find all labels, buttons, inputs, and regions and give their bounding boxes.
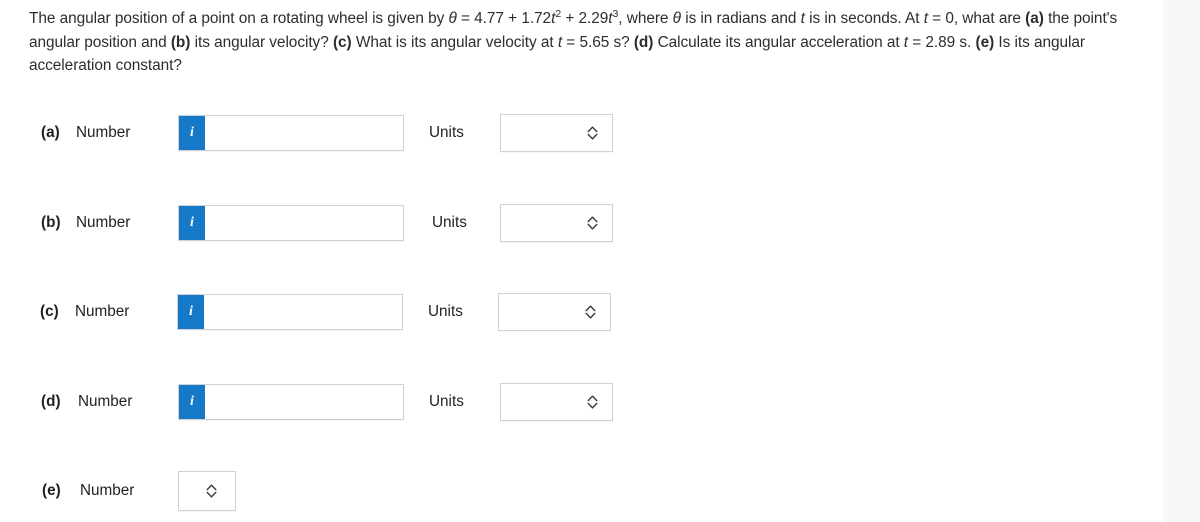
chevron-up-down-icon-b (587, 216, 598, 231)
question-text: The angular position of a point on a rot… (29, 7, 1139, 78)
number-label-d: Number (78, 393, 133, 410)
number-label-a: Number (76, 124, 131, 141)
number-input-d[interactable] (205, 385, 403, 419)
question-text-run: = 0, what are (927, 10, 1026, 27)
chevron-up-down-icon-d (587, 395, 598, 410)
answer-row-d: (d) Number (41, 381, 132, 423)
units-label-d: Units (429, 393, 464, 410)
question-text-run: = 2.89 s. (908, 33, 976, 51)
question-text-run: Calculate its angular acceleration at (653, 33, 904, 51)
info-icon-a[interactable]: i (179, 116, 205, 150)
row-letter-a: (a) (41, 124, 60, 141)
number-label-e: Number (80, 482, 135, 499)
number-input-a[interactable] (205, 116, 403, 150)
answer-row-b: (b) Number (41, 202, 130, 244)
question-part-label: (d) (633, 33, 654, 51)
question-text-run: its angular velocity? (190, 33, 333, 51)
info-icon-c[interactable]: i (178, 295, 204, 329)
answer-row-e: (e) Number (42, 470, 134, 512)
right-gutter (1163, 0, 1200, 522)
question-part-label: (c) (332, 33, 352, 51)
chevron-up-down-icon-c (585, 305, 596, 320)
question-text-run: The angular position of a point on a rot… (29, 10, 449, 27)
number-field-b: i (178, 205, 404, 241)
row-letter-b: (b) (41, 214, 61, 231)
number-label-b: Number (76, 214, 131, 231)
question-text-run: = 5.65 s? (562, 33, 634, 51)
question-text-run: + 2.29 (561, 10, 609, 27)
question-variable: θ (672, 10, 681, 27)
number-input-c[interactable] (204, 295, 402, 329)
units-select-c[interactable] (498, 293, 611, 331)
choice-select-e[interactable] (178, 471, 236, 511)
row-letter-c: (c) (40, 303, 59, 320)
question-text-run: = 4.77 + 1.72 (456, 10, 552, 27)
answer-row-c: (c) Number (40, 291, 129, 333)
number-field-a: i (178, 115, 404, 151)
question-text-run: What is its angular velocity at (351, 33, 558, 51)
info-icon-b[interactable]: i (179, 206, 205, 240)
question-part-label: (a) (1025, 10, 1044, 27)
units-label-b: Units (432, 214, 467, 231)
row-letter-e: (e) (42, 482, 61, 499)
question-part-label: (e) (975, 33, 995, 51)
chevron-up-down-icon-a (587, 126, 598, 141)
number-field-d: i (178, 384, 404, 420)
question-text-run: is in radians and (680, 10, 801, 27)
question-variable: θ (448, 10, 457, 27)
problem-page: The angular position of a point on a rot… (0, 0, 1200, 522)
question-part-label: (b) (170, 33, 191, 51)
number-input-b[interactable] (205, 206, 403, 240)
question-text-run: is in seconds. At (804, 10, 924, 27)
question-text-run: , where (618, 10, 673, 27)
info-icon-d[interactable]: i (179, 385, 205, 419)
number-field-c: i (177, 294, 403, 330)
number-label-c: Number (75, 303, 130, 320)
units-label-c: Units (428, 303, 463, 320)
units-select-d[interactable] (500, 383, 613, 421)
units-select-a[interactable] (500, 114, 613, 152)
row-letter-d: (d) (41, 393, 61, 410)
chevron-up-down-icon-e (206, 484, 217, 499)
units-label-a: Units (429, 124, 464, 141)
units-select-b[interactable] (500, 204, 613, 242)
answer-row-a: (a) Number (41, 112, 130, 154)
